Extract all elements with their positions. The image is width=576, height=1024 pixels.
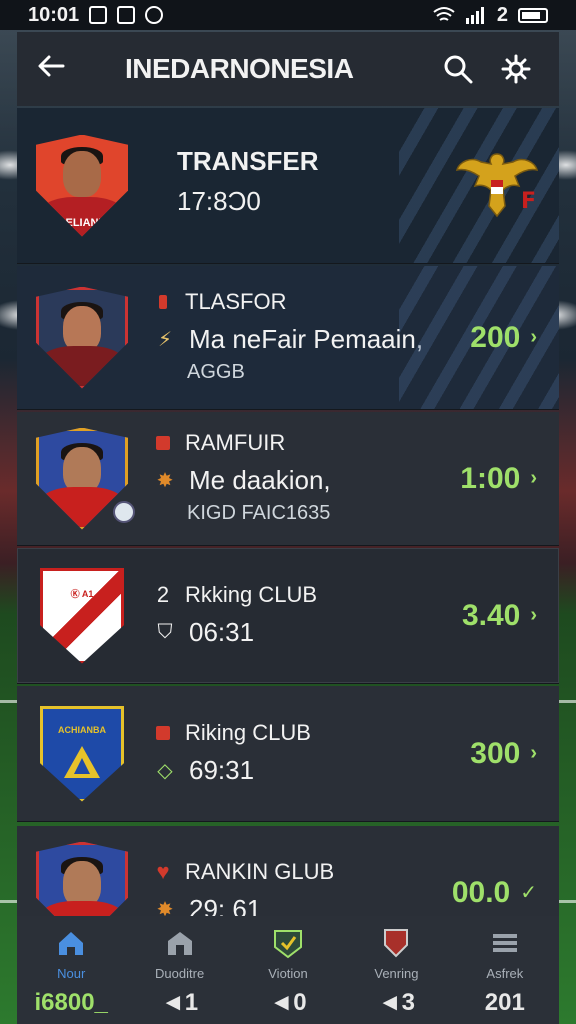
nav-badge[interactable]: Viotion ◄0 xyxy=(234,916,342,1024)
bottom-navigation: Nour i6800_ Duoditre ◄1 Viotion ◄0 Venri… xyxy=(17,916,559,1024)
nav-menu[interactable]: Asfrek 201 xyxy=(451,916,559,1024)
item-category: RANKIN GLUB xyxy=(185,858,335,884)
player-crest: PELIANE xyxy=(36,134,128,237)
list-item-selected[interactable]: Ⓚ A1 2 Rkking CLUB ⛉ 06:31 3.40 › xyxy=(17,548,559,684)
item-value: 1:00 › xyxy=(439,462,559,496)
heart-icon: ♥ xyxy=(156,858,170,884)
value-text: 3.40 xyxy=(461,598,521,632)
list-item[interactable]: ACHIANBA Riking CLUB ◇ 69:31 300 › xyxy=(17,686,559,822)
nav-ranking[interactable]: Venring ◄3 xyxy=(342,916,450,1024)
value-text: 00.0 xyxy=(451,875,511,909)
shield-icon xyxy=(382,926,410,960)
chevron-right-icon[interactable]: › xyxy=(530,326,537,349)
shield-outline-icon: ⛉ xyxy=(157,621,173,643)
item-title: Me daakion, xyxy=(189,465,331,495)
nav-store[interactable]: Duoditre ◄1 xyxy=(125,916,233,1024)
value-text: 1:00 xyxy=(460,461,521,495)
list-item[interactable]: RAMFUIR ✸ Me daakion, KIGD FAIC1635 1:00 … xyxy=(17,412,559,546)
home-icon xyxy=(56,926,86,960)
chevron-right-icon[interactable]: › xyxy=(530,467,537,490)
list-item[interactable]: TLASFOR ⚡ Ma neFair Pemaain, AGGB 200 › xyxy=(17,266,559,410)
nav-value: ◄0 xyxy=(269,989,307,1016)
battery-percent: 2 xyxy=(496,3,508,26)
item-time: 06:31 xyxy=(189,617,255,647)
club-crest: Ⓚ A1 xyxy=(40,567,124,664)
nav-label: Nour xyxy=(57,966,86,981)
club-avatar: ACHIANBA xyxy=(17,686,147,821)
nav-label: Asfrek xyxy=(486,966,524,981)
red-marker-icon xyxy=(156,435,170,450)
value-text: 300 xyxy=(470,736,521,770)
player-avatar xyxy=(17,412,147,545)
status-time: 10:01 xyxy=(28,3,80,26)
item-value: 300 › xyxy=(439,737,559,771)
nav-label: Viotion xyxy=(268,966,308,981)
transfer-icon: ⚡ xyxy=(157,329,173,351)
item-category: TLASFOR xyxy=(185,288,287,314)
club-avatar: Ⓚ A1 xyxy=(17,548,147,683)
item-category: Rkking CLUB xyxy=(185,581,318,607)
page-title: INEDARNONESIA xyxy=(125,53,354,84)
back-arrow-icon[interactable] xyxy=(37,52,77,86)
item-subtitle: AGGB xyxy=(187,360,245,383)
nav-value: 201 xyxy=(484,989,525,1016)
item-value: 3.40 › xyxy=(439,599,559,633)
signal-icon xyxy=(465,7,484,24)
value-text: 200 xyxy=(470,320,521,354)
transfer-list: PELIANE TRANSFER 17:8Ɔ0 F TLASFOR ⚡ Ma n… xyxy=(17,108,559,962)
red-marker-icon xyxy=(159,294,167,309)
player-crest xyxy=(36,286,128,389)
nav-value: ◄3 xyxy=(377,989,415,1016)
item-category: RAMFUIR xyxy=(185,429,286,455)
search-icon[interactable] xyxy=(435,46,481,92)
svg-text:F: F xyxy=(521,189,536,214)
club-crest: ACHIANBA xyxy=(40,705,124,802)
badge-icon xyxy=(271,926,305,960)
nav-value: ◄1 xyxy=(161,989,199,1016)
player-avatar xyxy=(17,266,147,409)
transfer-header-row[interactable]: PELIANE TRANSFER 17:8Ɔ0 F xyxy=(17,108,559,264)
gear-icon[interactable] xyxy=(493,46,539,92)
diamond-check-icon: ◇ xyxy=(157,760,173,782)
battery-icon xyxy=(518,7,548,23)
notification-icon xyxy=(89,6,108,24)
item-category: Riking CLUB xyxy=(185,719,311,745)
star-burst-icon: ✸ xyxy=(156,470,174,492)
menu-icon xyxy=(490,926,520,960)
club-crest-text: ACHIANBA xyxy=(58,724,106,735)
app-bar: INEDARNONESIA xyxy=(17,32,559,106)
check-icon[interactable]: ✓ xyxy=(520,880,537,905)
status-bar: 10:01 2 xyxy=(0,0,576,30)
item-value: 200 › xyxy=(439,321,559,355)
player-avatar: PELIANE xyxy=(17,108,147,263)
red-marker-icon xyxy=(156,725,170,740)
item-subtitle: KIGD FAIC1635 xyxy=(187,501,331,524)
item-title: Ma neFair Pemaain, xyxy=(189,324,424,354)
nav-home[interactable]: Nour i6800_ xyxy=(17,916,125,1024)
item-time: 69:31 xyxy=(189,755,255,785)
wifi-icon xyxy=(433,7,455,21)
alert-icon xyxy=(145,6,164,24)
club-mini-badge-icon xyxy=(113,501,135,523)
item-value: 00.0 ✓ xyxy=(439,876,559,910)
nav-label: Venring xyxy=(374,966,419,981)
store-icon xyxy=(165,926,195,960)
chevron-right-icon[interactable]: › xyxy=(530,604,537,627)
player-shirt-text: PELIANE xyxy=(58,216,106,229)
nav-label: Duoditre xyxy=(155,966,205,981)
rank-number: 2 xyxy=(156,581,170,607)
nav-value: i6800_ xyxy=(34,989,108,1016)
mail-icon xyxy=(117,6,136,24)
chevron-right-icon[interactable]: › xyxy=(530,742,537,765)
garuda-emblem-icon: F xyxy=(451,146,543,226)
club-crest-text: Ⓚ A1 xyxy=(70,588,94,599)
